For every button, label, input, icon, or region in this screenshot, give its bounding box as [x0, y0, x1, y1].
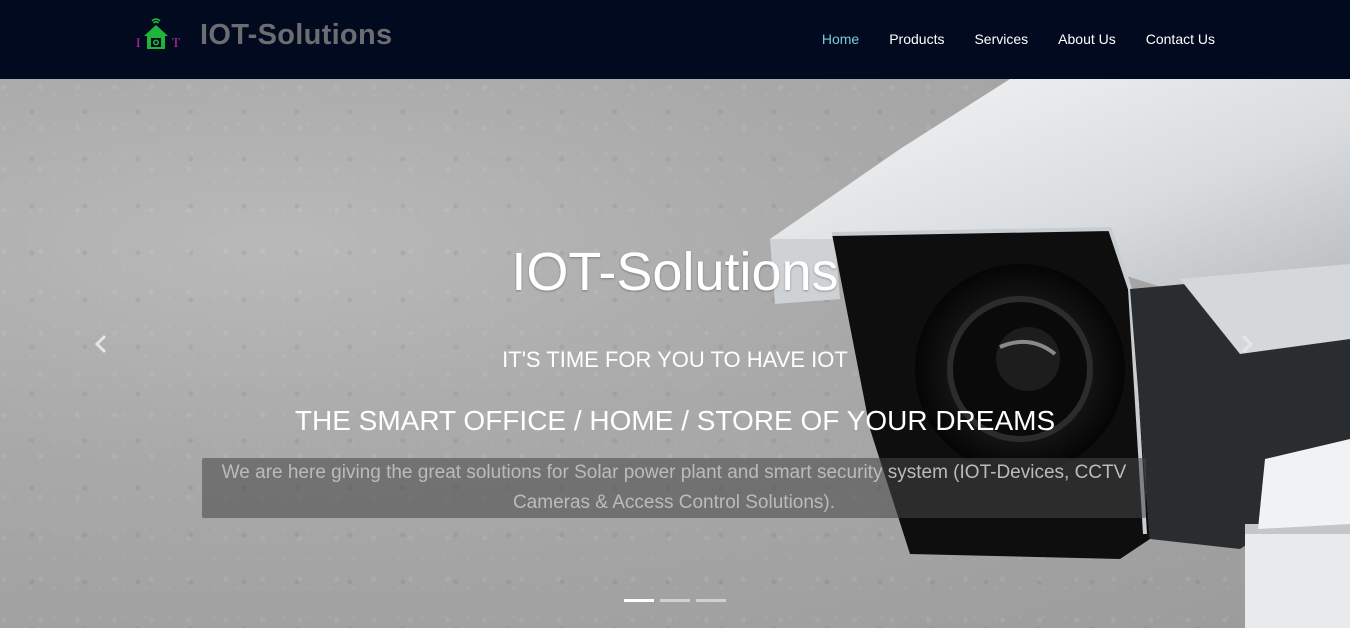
hero-title: IOT-Solutions: [511, 242, 839, 302]
hero-carousel: IOT-Solutions IT'S TIME FOR YOU TO HAVE …: [0, 79, 1350, 628]
hero-description-text: We are here giving the great solutions f…: [221, 462, 1127, 513]
nav-products[interactable]: Products: [889, 31, 944, 47]
carousel-indicator-3[interactable]: [696, 599, 726, 602]
smart-home-wifi-icon: I O T: [136, 18, 180, 50]
nav-home[interactable]: Home: [822, 31, 859, 47]
logo-letter-t: T: [172, 35, 180, 50]
brand-name[interactable]: IOT-Solutions: [200, 19, 392, 52]
nav-about-us[interactable]: About Us: [1058, 31, 1116, 47]
carousel-indicator-1[interactable]: [624, 599, 654, 602]
brand[interactable]: I O T IOT-Solutions: [136, 16, 392, 54]
nav-services[interactable]: Services: [974, 31, 1028, 47]
hero-description: We are here giving the great solutions f…: [202, 458, 1146, 518]
hero-subtitle: IT'S TIME FOR YOU TO HAVE IOT: [502, 347, 848, 372]
main-nav: Home Products Services About Us Contact …: [792, 31, 1215, 47]
nav-contact-us[interactable]: Contact Us: [1146, 31, 1215, 47]
carousel-indicator-2[interactable]: [660, 599, 690, 602]
logo-letter-i: I: [136, 35, 140, 50]
hero-tagline: THE SMART OFFICE / HOME / STORE OF YOUR …: [294, 405, 1056, 436]
carousel-indicators: [624, 599, 732, 602]
navbar: I O T IOT-Solutions Home Products Servic…: [0, 0, 1350, 79]
